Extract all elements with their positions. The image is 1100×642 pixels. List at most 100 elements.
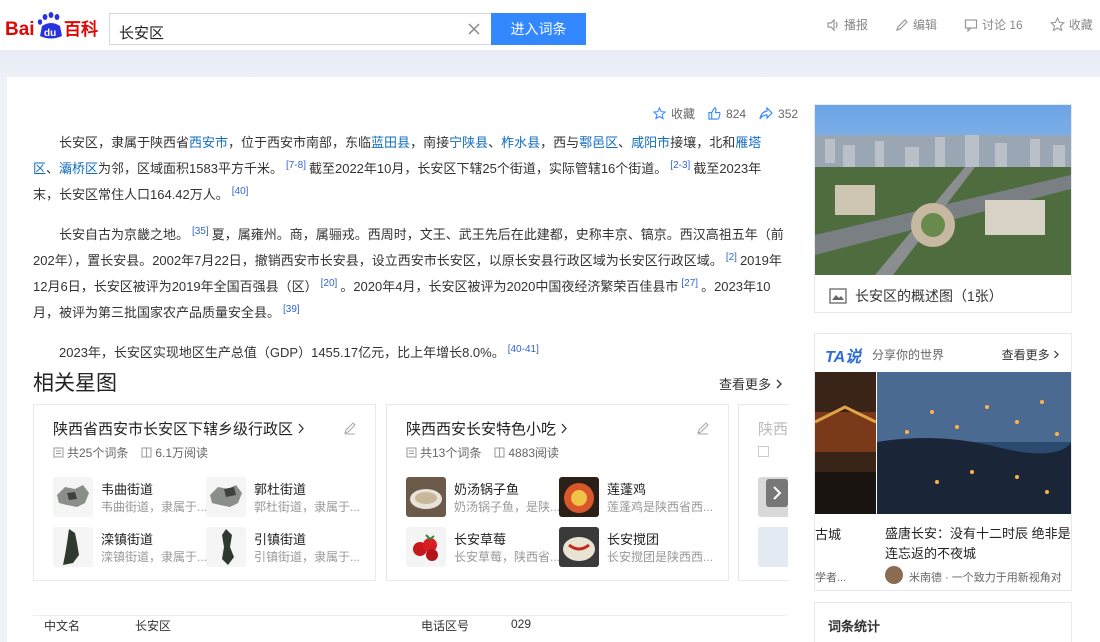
summary-paragraph: 长安区，隶属于陕西省西安市，位于西安市南部，东临蓝田县，南接宁陕县、柞水县，西与… [33, 135, 762, 202]
related-section-title: 相关星图 [33, 372, 117, 395]
link-ningshan[interactable]: 宁陕县 [449, 135, 488, 150]
ta-shuo-panel: TA说 分享你的世界 查看更多 古城 盛唐长安：没有十二时辰 绝非是连忘返的不夜… [814, 333, 1072, 591]
album-caption[interactable]: 长安区的概述图（1张） [829, 286, 1003, 306]
baidu-baike-logo[interactable]: Bai du 百科 [5, 11, 105, 41]
top-header: Bai du 百科 长安区 进入词条 播报 编辑 讨论 16 收藏 [0, 0, 1100, 50]
chevron-right-icon [776, 379, 782, 389]
thumbnail [758, 527, 788, 567]
ta-more-link[interactable]: 查看更多 [1002, 346, 1060, 363]
reference-link[interactable]: [27] [681, 278, 698, 289]
article-image[interactable] [815, 372, 876, 514]
link-xian[interactable]: 西安市 [189, 135, 228, 150]
link-baqiao[interactable]: 灞桥区 [59, 161, 98, 176]
related-item[interactable]: 韦曲街道 韦曲街道，隶属于... [53, 477, 213, 517]
reference-link[interactable]: [39] [283, 304, 300, 315]
reference-link[interactable]: [2] [726, 252, 737, 263]
related-item[interactable]: 长安搅团 长安搅团是陕西西... [559, 527, 719, 567]
avatar [885, 566, 903, 584]
pencil-icon[interactable] [343, 421, 357, 435]
reference-link[interactable]: [40] [232, 186, 249, 197]
chevron-right-icon [561, 423, 568, 434]
book-icon [494, 447, 505, 458]
svg-text:Bai: Bai [5, 19, 35, 40]
related-card-meta: 共13个词条 4883阅读 [406, 444, 572, 461]
related-item[interactable]: 引镇街道 引镇街道，隶属于... [206, 527, 366, 567]
enter-entry-button[interactable]: 进入词条 [491, 13, 586, 45]
city-aerial-photo [815, 105, 1071, 275]
document-icon [53, 447, 64, 458]
food-thumbnail [559, 527, 599, 567]
chevron-right-icon [298, 423, 305, 434]
like-stat[interactable]: 824 [708, 105, 746, 122]
map-thumbnail [53, 477, 93, 517]
star-icon [1049, 17, 1065, 32]
food-thumbnail [559, 477, 599, 517]
basic-info-row: 中文名 长安区 电话区号 029 [33, 615, 786, 633]
search-query[interactable]: 长安区 [119, 22, 164, 43]
share-icon [759, 107, 773, 120]
reference-link[interactable]: [2-3] [670, 160, 690, 171]
map-thumbnail [53, 527, 93, 567]
image-icon [829, 288, 847, 304]
related-item[interactable]: 郭杜街道 郭杜街道，隶属于... [206, 477, 366, 517]
link-huyi[interactable]: 鄠邑区 [579, 135, 618, 150]
reference-link[interactable]: [7-8] [286, 160, 306, 171]
related-item[interactable]: 长安草莓 长安草莓，陕西省... [406, 527, 566, 567]
thumbs-up-icon [708, 107, 721, 120]
clear-icon[interactable] [466, 21, 482, 37]
summary-paragraph: 2023年，长安区实现地区生产总值（GDP）1455.17亿元，比上年增长8.0… [59, 344, 539, 360]
related-more-link[interactable]: 查看更多 [719, 374, 783, 393]
map-thumbnail [206, 527, 246, 567]
related-card-meta: 共25个词条 6.1万阅读 [53, 444, 221, 461]
broadcast-button[interactable]: 播报 [826, 16, 868, 33]
related-card[interactable]: 陕西西安长安特色小吃 共13个词条 4883阅读 奶汤锅子鱼 奶汤锅子鱼，是陕.… [386, 404, 729, 581]
reference-link[interactable]: [40-41] [508, 344, 539, 355]
ta-shuo-logo: TA说 [825, 349, 862, 366]
sub-banner [0, 50, 1100, 77]
map-thumbnail [206, 477, 246, 517]
favorite-button[interactable]: 收藏 [1049, 16, 1093, 33]
related-item[interactable]: 莲蓬鸡 莲蓬鸡是陕西省西... [559, 477, 719, 517]
entry-stats: 收藏 824 352 [653, 105, 811, 122]
comment-icon [964, 18, 978, 32]
pencil-icon[interactable] [696, 421, 710, 435]
related-item[interactable]: 奶汤锅子鱼 奶汤锅子鱼，是陕... [406, 477, 566, 517]
article-title[interactable]: 盛唐长安：没有十二时辰 绝非是连忘返的不夜城 [885, 524, 1071, 564]
speaker-icon [827, 18, 838, 31]
entry-statistics: 词条统计 [814, 602, 1072, 642]
svg-text:百科: 百科 [64, 19, 98, 40]
related-item[interactable]: 滦镇街道 滦镇街道，隶属于... [53, 527, 213, 567]
chevron-right-icon [1054, 350, 1059, 359]
carousel-next-button[interactable] [766, 479, 788, 507]
book-icon [141, 447, 152, 458]
related-card-title[interactable]: 陕西西安长安特色小吃 [406, 418, 568, 439]
reference-link[interactable]: [20] [321, 278, 338, 289]
summary-paragraph: 长安自古为京畿之地。 [35] 夏，属雍州。商，属骊戎。西周时，文王、武王先后在此建… [33, 226, 784, 320]
link-lantian[interactable]: 蓝田县 [371, 135, 410, 150]
edit-button[interactable]: 编辑 [895, 16, 937, 33]
pencil-icon [896, 18, 908, 31]
svg-text:du: du [44, 28, 56, 39]
search-input[interactable]: 长安区 [109, 13, 492, 45]
chevron-right-icon [773, 486, 782, 500]
discuss-button[interactable]: 讨论 16 [964, 16, 1023, 33]
reference-link[interactable]: [35] [192, 226, 209, 237]
document-icon [758, 446, 769, 457]
article-image[interactable] [877, 372, 1072, 514]
entry-summary: 长安区，隶属于陕西省西安市，位于西安市南部，东临蓝田县，南接宁陕县、柞水县，西与… [33, 131, 785, 378]
link-xianyang[interactable]: 咸阳市 [631, 135, 670, 150]
related-card-title: 陕西 [758, 421, 788, 438]
link-zhashui[interactable]: 柞水县 [501, 135, 540, 150]
article-author: 学者... [815, 572, 847, 584]
star-icon [653, 107, 666, 120]
related-card[interactable]: 陕西省西安市长安区下辖乡级行政区 共25个词条 6.1万阅读 韦曲街道 韦曲街道… [33, 404, 376, 581]
document-icon [406, 447, 417, 458]
article-title[interactable]: 古城 [815, 524, 841, 543]
related-card-title[interactable]: 陕西省西安市长安区下辖乡级行政区 [53, 418, 305, 439]
strawberry-thumbnail [406, 527, 446, 567]
toolbar: 播报 编辑 讨论 16 收藏 [826, 16, 1100, 33]
favorite-stat[interactable]: 收藏 [653, 105, 695, 122]
article-author: 米南德 · 一个致力于用新视角对 [909, 572, 1062, 584]
summary-album[interactable]: 长安区的概述图（1张） [814, 104, 1072, 313]
share-stat[interactable]: 352 [759, 105, 798, 122]
